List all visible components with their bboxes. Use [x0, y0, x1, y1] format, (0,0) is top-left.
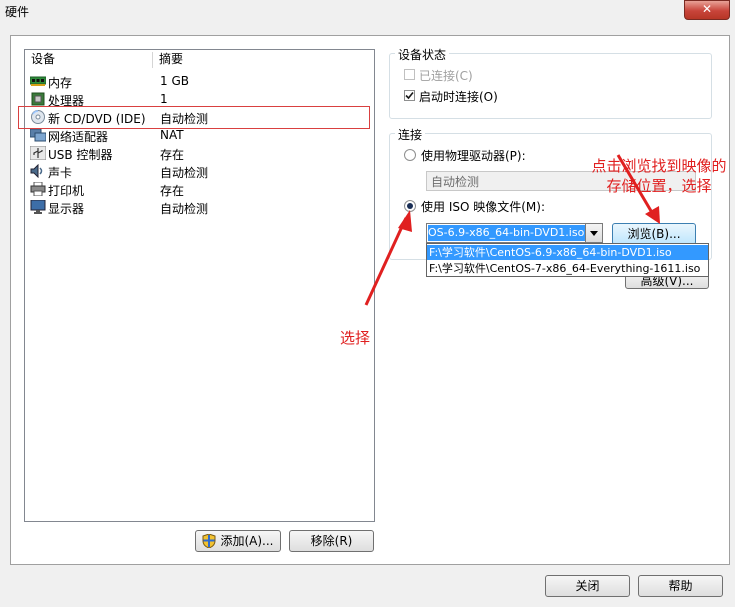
connected-checkbox[interactable] [404, 69, 415, 80]
iso-option[interactable]: F:\学习软件\CentOS-7-x86_64-Everything-1611.… [427, 261, 708, 276]
close-button[interactable]: 关闭 [545, 575, 630, 597]
device-name: USB 控制器 [48, 148, 113, 162]
sound-card-icon [30, 164, 43, 178]
device-row-sound-card[interactable]: 声卡 自动检测 [27, 162, 370, 180]
processor-icon [31, 92, 45, 106]
iso-path-combo[interactable]: OS-6.9-x86_64-bin-DVD1.iso [426, 223, 603, 243]
radio-selected-dot [407, 203, 413, 209]
device-row-monitor[interactable]: 显示器 自动检测 [27, 198, 370, 216]
title-bar [0, 0, 735, 22]
add-button[interactable]: 添加(A)... [195, 530, 281, 552]
device-summary: 自动检测 [160, 202, 209, 216]
physical-drive-radio[interactable] [404, 149, 416, 161]
remove-button[interactable]: 移除(R) [289, 530, 374, 552]
device-row-usb-controller[interactable]: USB 控制器 存在 [27, 144, 370, 162]
device-status-title: 设备状态 [395, 46, 450, 63]
iso-path-value: OS-6.9-x86_64-bin-DVD1.iso [428, 225, 585, 241]
device-row-memory[interactable]: 内存 1 GB [27, 72, 370, 90]
device-summary: 1 [160, 92, 168, 106]
highlight-box [18, 106, 370, 129]
usb-icon [30, 146, 46, 160]
device-summary: 自动检测 [160, 166, 209, 180]
column-header-summary[interactable]: 摘要 [153, 50, 359, 69]
device-summary: 存在 [160, 184, 185, 198]
connect-on-start-checkbox[interactable] [404, 90, 415, 101]
device-name: 显示器 [48, 202, 85, 216]
device-name: 内存 [48, 76, 73, 90]
device-name: 打印机 [48, 184, 85, 198]
close-window-button[interactable]: ✕ [684, 0, 730, 20]
iso-option[interactable]: F:\学习软件\CentOS-6.9-x86_64-bin-DVD1.iso [427, 245, 708, 260]
iso-dropdown-list: F:\学习软件\CentOS-6.9-x86_64-bin-DVD1.iso F… [426, 243, 709, 277]
device-summary: 1 GB [160, 74, 189, 88]
help-button[interactable]: 帮助 [638, 575, 723, 597]
chevron-down-icon [590, 231, 598, 236]
device-summary: NAT [160, 128, 184, 142]
connected-label: 已连接(C) [419, 69, 473, 83]
device-name: 网络适配器 [48, 130, 109, 144]
device-row-printer[interactable]: 打印机 存在 [27, 180, 370, 198]
browse-button[interactable]: 浏览(B)... [612, 223, 696, 245]
device-name: 声卡 [48, 166, 73, 180]
shield-icon [202, 534, 216, 548]
annotation-browse-hint: 点击浏览找到映像的存储位置，选择 [591, 157, 727, 195]
connect-on-start-label: 启动时连接(O) [419, 90, 498, 104]
checkmark-icon [405, 91, 414, 100]
iso-image-radio[interactable] [404, 200, 416, 212]
monitor-icon [30, 200, 46, 214]
iso-image-label: 使用 ISO 映像文件(M): [421, 200, 545, 214]
connection-title: 连接 [395, 126, 426, 143]
combo-dropdown-button[interactable] [585, 224, 602, 242]
physical-drive-label: 使用物理驱动器(P): [421, 149, 526, 163]
printer-icon [30, 182, 46, 196]
memory-icon [30, 76, 46, 86]
annotation-select: 选择 [340, 329, 371, 347]
device-summary: 存在 [160, 148, 185, 162]
column-header-device[interactable]: 设备 [25, 50, 152, 69]
window-title: 硬件 [5, 5, 30, 19]
network-adapter-icon [30, 128, 46, 142]
